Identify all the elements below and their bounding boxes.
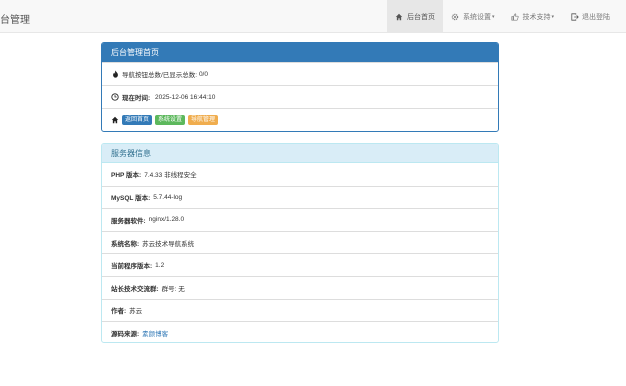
info-label: 源码来源: bbox=[111, 330, 140, 338]
info-row-php: PHP 版本: 7.4.33 非线程安全 bbox=[102, 163, 498, 186]
gear-icon bbox=[451, 12, 460, 21]
home-icon bbox=[395, 12, 404, 21]
home-panel-title: 后台管理首页 bbox=[102, 43, 498, 62]
brand-title[interactable]: 台管理 bbox=[0, 11, 30, 26]
info-row-source: 源码来源: 素颜博客 bbox=[102, 321, 498, 342]
info-label: 当前程序版本: bbox=[111, 263, 153, 271]
info-value: 1.2 bbox=[155, 261, 165, 269]
caret-down-icon: ▾ bbox=[551, 13, 554, 20]
nav-item-label: 退出登陆 bbox=[582, 13, 610, 21]
info-label: 系统名称: bbox=[111, 240, 140, 248]
nav-count-value: 0/0 bbox=[198, 70, 208, 78]
nav-item-label: 系统设置 bbox=[462, 13, 491, 21]
back-home-button[interactable]: 返回首页 bbox=[122, 115, 153, 125]
info-label: PHP 版本: bbox=[111, 172, 142, 180]
info-row-author: 作者: 苏云 bbox=[102, 298, 498, 322]
info-value: 苏云技术导航系统 bbox=[142, 240, 195, 248]
info-label: 作者: bbox=[111, 308, 127, 316]
nav-count-row: 导航按钮总数/已显示总数: 0/0 bbox=[102, 62, 498, 85]
server-info-title: 服务器信息 bbox=[102, 144, 498, 163]
nav-item-tech-support[interactable]: 技术支持 ▾ bbox=[502, 0, 562, 33]
info-row-version: 当前程序版本: 1.2 bbox=[102, 253, 498, 276]
nav-item-label: 后台首页 bbox=[406, 13, 435, 21]
current-time-label: 现在时间: bbox=[122, 95, 151, 102]
info-value: 群号: 无 bbox=[161, 285, 185, 293]
info-value: 5.7.44-log bbox=[153, 193, 183, 201]
home-icon bbox=[111, 116, 119, 124]
current-time-row: 现在时间: 2025-12-06 16:44:10 bbox=[102, 85, 498, 108]
quick-links-row: 返回首页 系统设置 导航管理 bbox=[102, 108, 498, 131]
caret-down-icon: ▾ bbox=[491, 13, 495, 20]
server-info-panel: 服务器信息 PHP 版本: 7.4.33 非线程安全 MySQL 版本: 5.7.4… bbox=[101, 143, 499, 343]
nav-menu: 后台首页 系统设置 ▾ 技术支持 ▾ 退出登陆 bbox=[386, 0, 618, 33]
info-label: MySQL 版本: bbox=[111, 195, 151, 203]
info-row-group: 站长技术交流群: 群号: 无 bbox=[102, 275, 498, 299]
info-label: 服务器软件: bbox=[111, 217, 146, 225]
home-panel: 后台管理首页 导航按钮总数/已显示总数: 0/0 现在时间: 2025-12-0… bbox=[101, 42, 499, 132]
top-navbar: 台管理 后台首页 系统设置 ▾ 技术支持 ▾ 退出登陆 bbox=[0, 0, 626, 33]
nav-item-system-settings[interactable]: 系统设置 ▾ bbox=[443, 0, 503, 33]
source-link[interactable]: 素颜博客 bbox=[142, 328, 168, 338]
thumbs-up-icon bbox=[510, 12, 519, 21]
logout-icon bbox=[570, 12, 579, 21]
nav-item-logout[interactable]: 退出登陆 bbox=[562, 0, 618, 33]
nav-count-label: 导航按钮总数/已显示总数: bbox=[122, 72, 198, 79]
info-row-mysql: MySQL 版本: 5.7.44-log bbox=[102, 185, 498, 209]
nav-item-label: 技术支持 bbox=[522, 13, 551, 21]
info-row-server-software: 服务器软件: nginx/1.28.0 bbox=[102, 208, 498, 231]
info-value: nginx/1.28.0 bbox=[148, 216, 185, 224]
nav-item-home[interactable]: 后台首页 bbox=[386, 0, 443, 33]
info-row-system-name: 系统名称: 苏云技术导航系统 bbox=[102, 230, 498, 254]
system-settings-button[interactable]: 系统设置 bbox=[155, 115, 186, 125]
clock-icon bbox=[111, 93, 119, 101]
info-value: 7.4.33 非线程安全 bbox=[144, 172, 197, 180]
current-time-value: 2025-12-06 16:44:10 bbox=[154, 93, 216, 101]
info-value: 苏云 bbox=[129, 308, 143, 316]
nav-manage-button[interactable]: 导航管理 bbox=[188, 115, 219, 125]
info-label: 站长技术交流群: bbox=[111, 285, 159, 293]
fire-icon bbox=[111, 70, 119, 78]
